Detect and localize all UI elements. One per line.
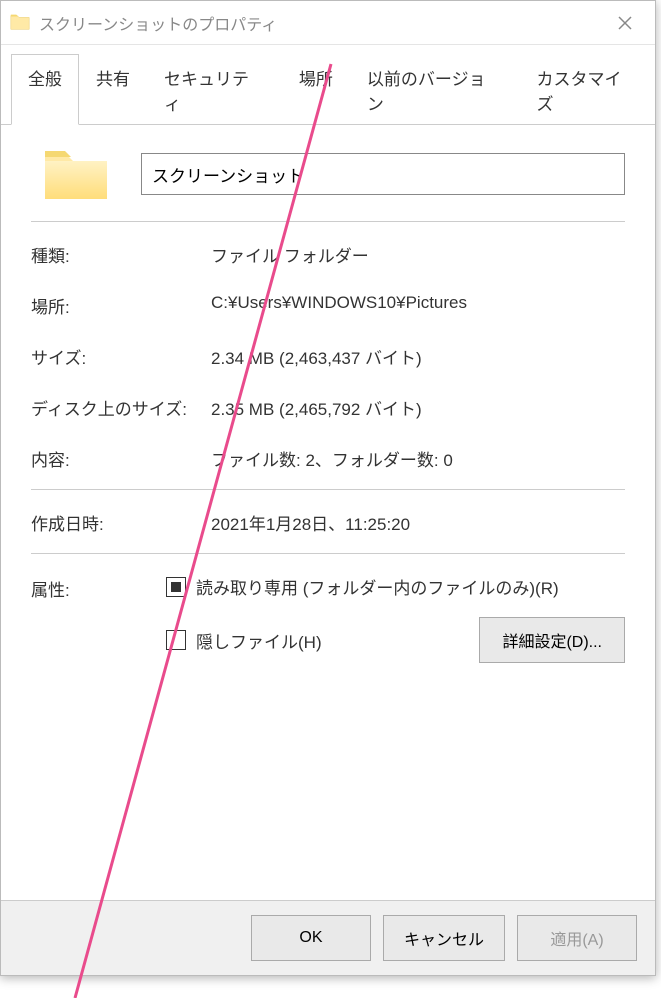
- close-icon: [618, 16, 632, 30]
- folder-icon-large: [41, 145, 111, 203]
- titlebar: スクリーンショットのプロパティ: [1, 1, 655, 45]
- disk-size-label: ディスク上のサイズ:: [31, 395, 211, 420]
- size-value: 2.34 MB (2,463,437 バイト): [211, 344, 625, 369]
- contents-value: ファイル数: 2、フォルダー数: 0: [211, 446, 625, 471]
- type-label: 種類:: [31, 242, 211, 267]
- readonly-checkbox[interactable]: [166, 577, 186, 597]
- apply-button[interactable]: 適用(A): [517, 915, 637, 961]
- created-label: 作成日時:: [31, 510, 211, 535]
- location-value: C:¥Users¥WINDOWS10¥Pictures: [211, 293, 625, 318]
- created-value: 2021年1月28日、11:25:20: [211, 510, 625, 535]
- attributes-section: 属性: 読み取り専用 (フォルダー内のファイルのみ)(R) 隠しファイル(H) …: [31, 574, 625, 681]
- location-label: 場所:: [31, 293, 211, 318]
- ok-button[interactable]: OK: [251, 915, 371, 961]
- info-section-created: 作成日時: 2021年1月28日、11:25:20: [31, 510, 625, 554]
- hidden-checkbox[interactable]: [166, 630, 186, 650]
- tab-customize[interactable]: カスタマイズ: [520, 54, 655, 125]
- hidden-label: 隠しファイル(H): [196, 628, 322, 653]
- header-row: [31, 145, 625, 222]
- tab-content: 種類: ファイル フォルダー 場所: C:¥Users¥WINDOWS10¥Pi…: [1, 125, 655, 900]
- size-label: サイズ:: [31, 344, 211, 369]
- readonly-label: 読み取り専用 (フォルダー内のファイルのみ)(R): [196, 574, 559, 599]
- attributes-label: 属性:: [31, 574, 166, 681]
- folder-icon: [9, 12, 31, 34]
- tab-bar: 全般 共有 セキュリティ 場所 以前のバージョン カスタマイズ: [1, 45, 655, 125]
- disk-size-value: 2.35 MB (2,465,792 バイト): [211, 395, 625, 420]
- properties-dialog: スクリーンショットのプロパティ 全般 共有 セキュリティ 場所 以前のバージョン…: [0, 0, 656, 976]
- tab-security[interactable]: セキュリティ: [147, 54, 282, 125]
- tab-previous-versions[interactable]: 以前のバージョン: [350, 54, 520, 125]
- advanced-button[interactable]: 詳細設定(D)...: [479, 617, 625, 663]
- type-value: ファイル フォルダー: [211, 242, 625, 267]
- tab-location[interactable]: 場所: [282, 54, 350, 125]
- close-button[interactable]: [603, 1, 647, 45]
- tab-general[interactable]: 全般: [11, 54, 79, 125]
- info-section-main: 種類: ファイル フォルダー 場所: C:¥Users¥WINDOWS10¥Pi…: [31, 242, 625, 490]
- contents-label: 内容:: [31, 446, 211, 471]
- folder-name-input[interactable]: [141, 153, 625, 195]
- cancel-button[interactable]: キャンセル: [383, 915, 505, 961]
- titlebar-title: スクリーンショットのプロパティ: [39, 11, 603, 35]
- button-bar: OK キャンセル 適用(A): [1, 900, 655, 975]
- tab-sharing[interactable]: 共有: [79, 54, 147, 125]
